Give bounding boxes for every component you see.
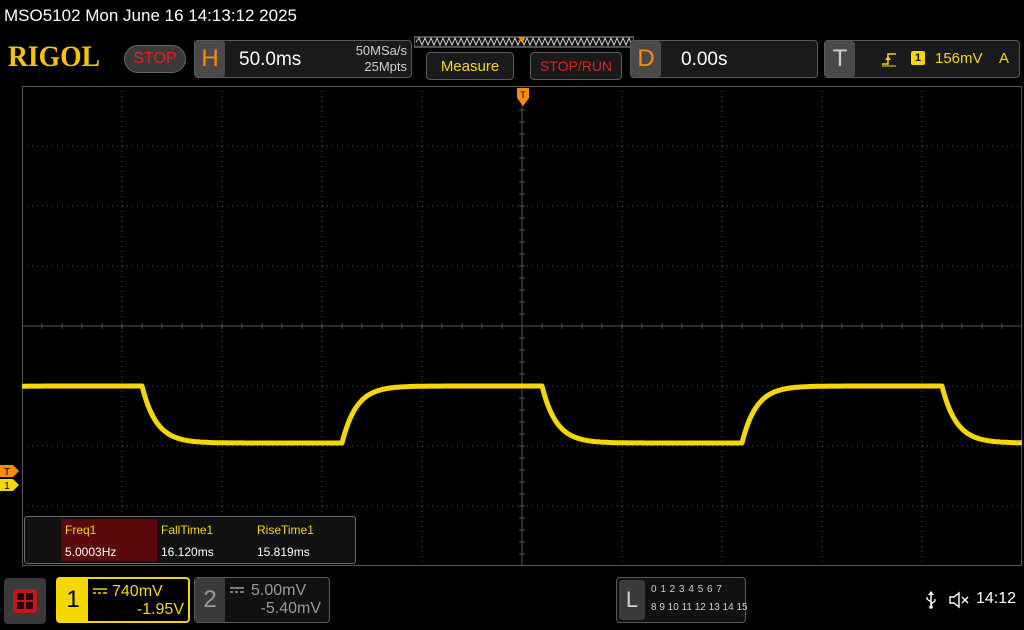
svg-text:1: 1 — [4, 481, 10, 492]
waveform-display[interactable] — [22, 86, 1022, 566]
digital-channels-row-1: 0 1 2 3 4 5 6 7 — [651, 584, 723, 595]
channel-2-number: 2 — [195, 578, 225, 622]
rising-edge-icon — [882, 53, 896, 67]
svg-text:T: T — [520, 90, 526, 100]
trigger-position-marker-icon[interactable]: T — [516, 86, 530, 110]
trigger-level-marker-icon[interactable]: T — [0, 464, 20, 478]
timebase-value: 50.0ms — [239, 49, 302, 70]
sample-rate: 50MSa/s — [355, 43, 407, 58]
usb-icon — [926, 591, 936, 609]
channel-1-panel[interactable]: 1 740mV -1.95V — [56, 577, 190, 623]
measurement-value: 16.120ms — [161, 545, 214, 559]
measurement-header: FallTime1 — [161, 523, 214, 537]
rigol-logo: RIGOL — [8, 40, 101, 73]
trigger-panel[interactable]: T 1 156mV A — [824, 40, 1020, 78]
title-text: MSO5102 Mon June 16 14:13:12 2025 — [4, 6, 297, 25]
delay-value: 0.00s — [681, 49, 728, 70]
channel-2-panel[interactable]: 2 5.00mV -5.40mV — [194, 577, 330, 623]
trigger-mode: A — [999, 50, 1010, 67]
channel-2-offset: -5.40mV — [260, 600, 321, 617]
logic-analyzer-panel[interactable]: L 0 1 2 3 4 5 6 7 8 9 10 11 12 13 14 15 — [616, 577, 748, 623]
channel-1-number: 1 — [58, 579, 88, 621]
measurement-value: 15.819ms — [257, 545, 310, 559]
delay-panel[interactable]: D 0.00s — [630, 40, 818, 78]
trigger-source-badge: 1 — [911, 51, 925, 65]
horizontal-panel[interactable]: H 50.0ms 50MSa/s 25Mpts — [194, 40, 412, 78]
title-bar: MSO5102 Mon June 16 14:13:12 2025 — [0, 0, 1024, 32]
measure-button[interactable]: Measure — [426, 52, 514, 80]
horizontal-label: H — [195, 41, 225, 77]
delay-label: D — [631, 41, 661, 77]
stop-run-button[interactable]: STOP/RUN — [530, 52, 622, 80]
trigger-position-ruler — [414, 36, 634, 48]
main-menu-button[interactable] — [4, 578, 46, 624]
measurement-header: RiseTime1 — [257, 523, 314, 537]
measure-label: Measure — [440, 57, 500, 75]
memory-depth: 25Mpts — [364, 59, 407, 74]
ch1-ground-marker-icon[interactable]: 1 — [0, 478, 20, 492]
digital-channels-row-2: 8 9 10 11 12 13 14 15 — [651, 602, 748, 613]
logic-analyzer-label: L — [619, 580, 645, 620]
measurement-value: 5.0003Hz — [65, 545, 117, 559]
sound-muted-icon[interactable] — [948, 590, 972, 610]
run-status-badge[interactable]: STOP — [124, 45, 186, 73]
stop-run-label: STOP/RUN — [539, 58, 613, 74]
trigger-label: T — [825, 41, 855, 77]
dc-coupling-icon — [230, 587, 244, 593]
system-clock: 14:12 — [976, 590, 1017, 607]
dc-coupling-icon — [93, 588, 107, 594]
channel-1-offset: -1.95V — [136, 601, 184, 618]
acquisition-info: 50MSa/s 25Mpts — [335, 43, 407, 75]
svg-text:T: T — [4, 467, 10, 478]
menu-grid-icon — [13, 589, 37, 613]
channel-1-scale: 740mV — [112, 583, 163, 600]
measurement-table[interactable]: Freq1 FallTime1 RiseTime1 5.0003Hz 16.12… — [24, 516, 356, 564]
trigger-level-value: 156mV — [935, 50, 983, 67]
channel-2-scale: 5.00mV — [251, 582, 307, 599]
measurement-header: Freq1 — [65, 523, 97, 537]
